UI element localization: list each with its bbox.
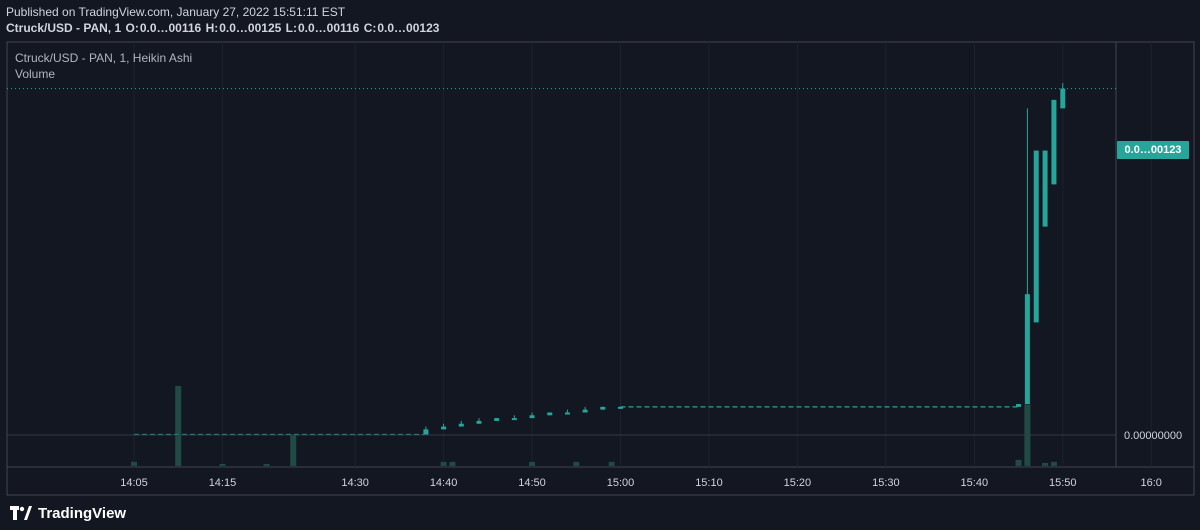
time-tick-14:05: 14:05 (120, 477, 148, 489)
legend-volume-label: Volume (15, 67, 56, 81)
volume-bar-6 (449, 461, 456, 466)
tradingview-logo-icon (10, 506, 32, 520)
candle-body-8 (441, 426, 447, 430)
candle-body-12 (511, 418, 517, 421)
volume-bar-1 (175, 386, 182, 466)
candle-body-18 (618, 406, 623, 409)
candle-body-10 (476, 420, 482, 424)
time-tick-15:10: 15:10 (695, 477, 723, 489)
zero-price-label: 0.00000000 (1124, 430, 1183, 442)
volume-bar-3 (263, 464, 270, 466)
time-axis-ticks: 14:05 14:15 14:30 14:40 14:50 15:00 15:10 15:20… (120, 477, 1162, 489)
time-tick-15:00: 15:00 (607, 477, 635, 489)
candles (134, 83, 1066, 436)
time-tick-14:30: 14:30 (341, 477, 369, 489)
candle-body-17 (600, 406, 606, 410)
volume-bar-12 (1042, 462, 1049, 466)
candle-body-24 (1060, 88, 1066, 109)
time-tick-15:30: 15:30 (872, 477, 900, 489)
time-tick-15:50: 15:50 (1049, 477, 1077, 489)
volume-bar-8 (573, 461, 580, 466)
volume-bars (131, 386, 1057, 466)
volume-bar-2 (219, 464, 226, 466)
time-tick-14:40: 14:40 (430, 477, 458, 489)
volume-bar-10 (1015, 459, 1022, 466)
chart-pane-border (6, 41, 1117, 468)
brand-name: TradingView (38, 504, 127, 522)
candle-body-23 (1051, 99, 1057, 185)
volume-bar-13 (1050, 461, 1057, 466)
grid (133, 42, 1152, 467)
candle-body-16 (582, 409, 588, 413)
time-tick-16:00: 16:0 (1141, 477, 1162, 489)
candle-body-13 (529, 415, 535, 419)
volume-bar-7 (529, 461, 536, 466)
legend-symbol-line: Ctruck/USD - PAN, 1, Heikin Ashi (15, 51, 193, 65)
price-chart[interactable]: 14:05 14:15 14:30 14:40 14:50 15:00 15:10 15:20… (0, 0, 1200, 530)
time-tick-14:50: 14:50 (518, 477, 546, 489)
tradingview-brand[interactable]: TradingView (10, 504, 126, 522)
volume-bar-0 (131, 461, 137, 466)
candle-body-9 (458, 423, 464, 427)
candle-body-22 (1042, 150, 1048, 227)
volume-bar-9 (608, 461, 615, 466)
volume-bar-4 (290, 435, 297, 466)
time-axis-border (6, 466, 1195, 496)
candle-body-11 (494, 418, 500, 421)
candle-body-20 (1024, 294, 1030, 405)
candle-body-21 (1033, 150, 1039, 323)
time-tick-15:40: 15:40 (961, 477, 989, 489)
volume-bar-5 (440, 461, 447, 466)
price-axis-border (1115, 41, 1195, 468)
time-tick-14:15: 14:15 (209, 477, 237, 489)
time-tick-15:20: 15:20 (784, 477, 812, 489)
candle-body-15 (564, 412, 570, 415)
candle-body-14 (547, 412, 553, 416)
candle-body-19 (1016, 404, 1022, 407)
last-price-badge: 0.0…00123 (1117, 141, 1189, 159)
candle-body-7 (423, 429, 429, 435)
